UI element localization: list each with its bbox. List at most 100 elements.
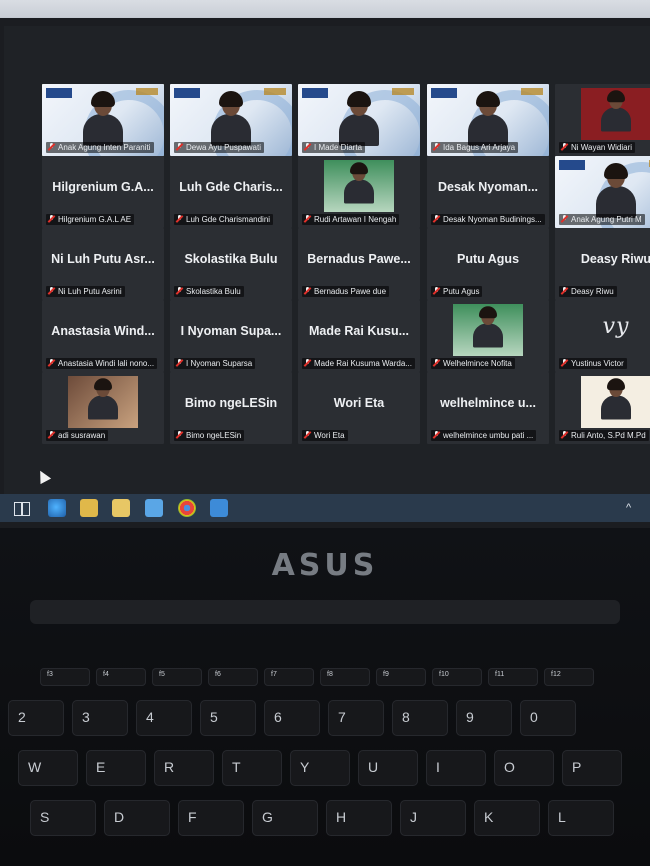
participant-display-name: Made Rai Kusu... <box>308 324 410 338</box>
person-torso <box>601 395 631 420</box>
keyboard-key[interactable]: 4 <box>136 700 192 736</box>
keyboard-key[interactable]: D <box>104 800 170 836</box>
keyboard-key[interactable]: J <box>400 800 466 836</box>
mail-icon[interactable] <box>145 499 163 517</box>
keyboard-key[interactable]: 2 <box>8 700 64 736</box>
keyboard-key[interactable]: P <box>562 750 622 786</box>
keyboard-key[interactable]: K <box>474 800 540 836</box>
participant-tile[interactable]: vy Yustinus Victor <box>555 300 650 372</box>
edge-icon[interactable] <box>48 499 66 517</box>
chrome-icon[interactable] <box>178 499 196 517</box>
keyboard-key[interactable]: f9 <box>376 668 426 686</box>
keyboard-key[interactable]: H <box>326 800 392 836</box>
keyboard-key[interactable]: S <box>30 800 96 836</box>
keyboard-key[interactable]: f6 <box>208 668 258 686</box>
keyboard-key[interactable]: I <box>426 750 486 786</box>
key-label: f10 <box>439 671 449 678</box>
participant-tile[interactable]: Desak Nyoman... Desak Nyoman Budinings... <box>427 156 549 228</box>
participant-tile[interactable]: Dewa Ayu Puspawati <box>170 84 292 156</box>
participant-tile[interactable]: Bimo ngeLESin Bimo ngeLESin <box>170 372 292 444</box>
zoom-icon[interactable] <box>210 499 228 517</box>
participant-tile[interactable]: Made Rai Kusu... Made Rai Kusuma Warda... <box>298 300 420 372</box>
institution-logo <box>174 88 200 98</box>
participant-tile[interactable]: Wori Eta Wori Eta <box>298 372 420 444</box>
key-label: J <box>410 809 417 825</box>
keyboard-key[interactable]: f4 <box>96 668 146 686</box>
participant-tile[interactable]: Anak Agung Putri M <box>555 156 650 228</box>
keyboard-key[interactable]: 6 <box>264 700 320 736</box>
participant-tile[interactable]: Ida Bagus Ari Arjaya <box>427 84 549 156</box>
keyboard-key[interactable]: 5 <box>200 700 256 736</box>
keyboard-key[interactable]: f10 <box>432 668 482 686</box>
key-label: f11 <box>495 671 505 678</box>
muted-mic-icon <box>176 359 183 367</box>
keyboard-key[interactable]: f12 <box>544 668 594 686</box>
participant-name-label: Desak Nyoman Budinings... <box>431 214 545 225</box>
participant-tile[interactable]: Putu Agus Putu Agus <box>427 228 549 300</box>
keyboard-key[interactable]: G <box>252 800 318 836</box>
key-label: 5 <box>210 709 218 725</box>
participant-tile[interactable]: adi susrawan <box>42 372 164 444</box>
participant-tile[interactable]: Ni Luh Putu Asr... Ni Luh Putu Asrini <box>42 228 164 300</box>
keyboard-key[interactable]: f5 <box>152 668 202 686</box>
participant-tile[interactable]: I Made Diarta <box>298 84 420 156</box>
keyboard-key[interactable]: Y <box>290 750 350 786</box>
participant-tile[interactable]: Ruli Anto, S.Pd M.Pd <box>555 372 650 444</box>
keyboard-key[interactable]: L <box>548 800 614 836</box>
participant-tile[interactable]: Deasy Riwu Deasy Riwu <box>555 228 650 300</box>
participant-tile[interactable]: Anastasia Wind... Anastasia Windi lali no… <box>42 300 164 372</box>
task-view-icon[interactable] <box>12 499 30 517</box>
participant-tile[interactable]: Welhelmince Nofita <box>427 300 549 372</box>
participant-tile[interactable]: I Nyoman Supa... I Nyoman Suparsa <box>170 300 292 372</box>
participant-name-label: Bimo ngeLESin <box>174 430 245 441</box>
key-label: 2 <box>18 709 26 725</box>
participant-display-name: Putu Agus <box>456 252 520 266</box>
keyboard-key[interactable]: f11 <box>488 668 538 686</box>
person-torso <box>601 107 631 132</box>
participant-tile[interactable]: Hilgrenium G.A... Hilgrenium G.A.L AE <box>42 156 164 228</box>
keyboard-key[interactable]: 3 <box>72 700 128 736</box>
participant-tile[interactable]: Rudi Artawan I Nengah <box>298 156 420 228</box>
folder-icon[interactable] <box>112 499 130 517</box>
participant-tile[interactable]: Ni Wayan Widiari <box>555 84 650 156</box>
keyboard-key[interactable]: W <box>18 750 78 786</box>
participant-tile[interactable]: Anak Agung Inten Paraniti <box>42 84 164 156</box>
keyboard-key[interactable]: f7 <box>264 668 314 686</box>
muted-mic-icon <box>176 431 183 439</box>
participant-display-name: Hilgrenium G.A... <box>52 180 154 194</box>
muted-mic-icon <box>48 143 55 151</box>
participant-tile[interactable]: Skolastika Bulu Skolastika Bulu <box>170 228 292 300</box>
keyboard-key[interactable]: f3 <box>40 668 90 686</box>
keyboard-key[interactable]: O <box>494 750 554 786</box>
keyboard-key[interactable]: f8 <box>320 668 370 686</box>
key-label: K <box>484 809 494 825</box>
participant-tile[interactable]: Luh Gde Charis... Luh Gde Charismandini <box>170 156 292 228</box>
keyboard-key[interactable]: F <box>178 800 244 836</box>
keyboard-key[interactable]: R <box>154 750 214 786</box>
participant-name: Ruli Anto, S.Pd M.Pd <box>571 431 646 440</box>
participant-tile[interactable]: welhelmince u... welhelmince umbu pati ..… <box>427 372 549 444</box>
institution-logo <box>521 88 543 95</box>
chevron-up-icon[interactable]: ^ <box>626 502 638 520</box>
participant-display-name: Desak Nyoman... <box>437 180 539 194</box>
participant-tile[interactable]: Bernadus Pawe... Bernadus Pawe due <box>298 228 420 300</box>
person-hair <box>91 91 115 107</box>
key-label: U <box>368 759 379 775</box>
keyboard-key[interactable]: 0 <box>520 700 576 736</box>
key-label: 7 <box>338 709 346 725</box>
keyboard-key[interactable]: U <box>358 750 418 786</box>
file-explorer-icon[interactable] <box>80 499 98 517</box>
participant-name: I Nyoman Suparsa <box>186 359 253 368</box>
key-label: f12 <box>551 671 561 678</box>
participant-photo <box>581 88 650 140</box>
participant-name: Desak Nyoman Budinings... <box>443 215 542 224</box>
keyboard-key[interactable]: E <box>86 750 146 786</box>
participant-person <box>87 378 120 420</box>
participant-display-name: Skolastika Bulu <box>184 252 278 266</box>
keyboard-key[interactable]: 9 <box>456 700 512 736</box>
keyboard-key[interactable]: 7 <box>328 700 384 736</box>
keyboard-key[interactable]: 8 <box>392 700 448 736</box>
participant-display-name: Bimo ngeLESin <box>184 396 278 410</box>
participant-name-label: Deasy Riwu <box>559 286 617 297</box>
keyboard-key[interactable]: T <box>222 750 282 786</box>
